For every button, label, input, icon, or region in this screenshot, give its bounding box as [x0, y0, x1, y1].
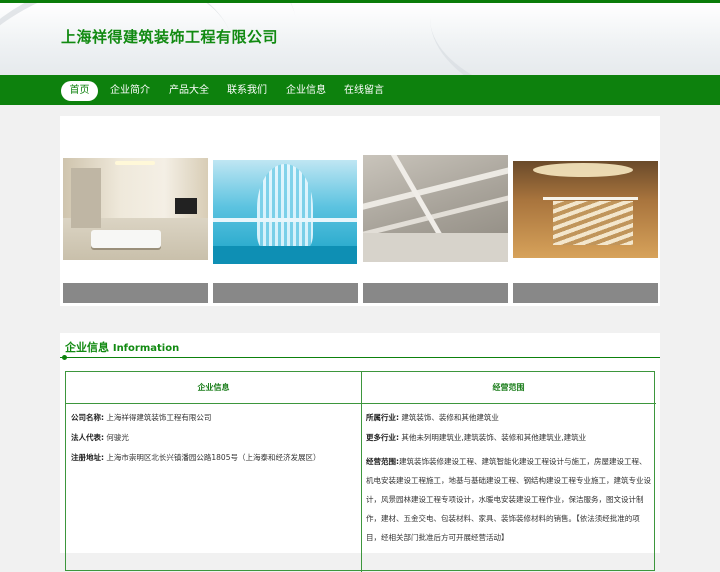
company-name-label: 公司名称:: [71, 413, 104, 422]
gallery-photo-lobby-stairs[interactable]: [513, 161, 658, 258]
gallery-caption-bar[interactable]: [63, 283, 208, 303]
legal-rep-label: 法人代表:: [71, 433, 104, 442]
company-name-row: 公司名称: 上海祥得建筑装饰工程有限公司: [71, 413, 211, 423]
industry-value: 建筑装饰、装修和其他建筑业: [401, 413, 499, 422]
industry-label: 所属行业:: [366, 413, 399, 422]
address-row: 注册地址: 上海市崇明区北长兴镇潘园公路1805号（上海泰和经济发展区）: [71, 453, 320, 463]
more-industry-row: 更多行业: 其他未列明建筑业,建筑装饰、装修和其他建筑业,建筑业: [366, 433, 586, 443]
nav-item-message[interactable]: 在线留言: [344, 81, 384, 101]
industry-row: 所属行业: 建筑装饰、装修和其他建筑业: [366, 413, 499, 423]
gallery-photo-blue-atrium[interactable]: [213, 160, 357, 264]
header-swoosh-decoration: [430, 3, 720, 75]
nav-item-company-info[interactable]: 企业信息: [286, 81, 326, 101]
company-name-value: 上海祥得建筑装饰工程有限公司: [106, 413, 212, 422]
gallery-caption-bar[interactable]: [363, 283, 508, 303]
gallery-photo-ceiling-grid[interactable]: [363, 155, 508, 262]
nav-item-contact[interactable]: 联系我们: [227, 81, 267, 101]
more-industry-label: 更多行业:: [366, 433, 399, 442]
more-industry-value: 其他未列明建筑业,建筑装饰、装修和其他建筑业,建筑业: [401, 433, 587, 442]
business-scope-paragraph: 经营范围:建筑装饰装修建设工程、建筑智能化建设工程设计与施工，房屋建设工程、机电…: [366, 452, 651, 547]
address-value: 上海市崇明区北长兴镇潘园公路1805号（上海泰和经济发展区）: [106, 453, 321, 462]
business-scope-value: 建筑装饰装修建设工程、建筑智能化建设工程设计与施工，房屋建设工程、机电安装建设工…: [366, 457, 651, 542]
site-title[interactable]: 上海祥得建筑装饰工程有限公司: [61, 26, 278, 47]
nav-item-about[interactable]: 企业简介: [110, 81, 150, 101]
address-label: 注册地址:: [71, 453, 104, 462]
gallery-photo-living-room[interactable]: [63, 158, 208, 260]
section-title-en: Information: [112, 343, 180, 354]
table-header-company-info: 企业信息: [197, 383, 230, 392]
section-title-cn: 企业信息: [65, 341, 109, 354]
legal-rep-value: 何骏光: [106, 433, 129, 442]
nav-item-home[interactable]: 首页: [61, 81, 98, 101]
legal-rep-row: 法人代表: 何骏光: [71, 433, 129, 443]
company-info-table: 企业信息 经营范围 公司名称: 上海祥得建筑装饰工程有限公司 法人代表: 何骏光…: [65, 371, 656, 572]
section-divider-dot: [62, 355, 67, 360]
business-scope-label: 经营范围:: [366, 457, 399, 466]
gallery-caption-bar[interactable]: [213, 283, 358, 303]
main-nav: 首页 企业简介 产品大全 联系我们 企业信息 在线留言: [0, 75, 720, 105]
section-title: 企业信息 Information: [65, 339, 179, 355]
section-divider: [60, 357, 660, 358]
table-header-business-scope: 经营范围: [492, 383, 525, 392]
gallery-caption-bar[interactable]: [513, 283, 658, 303]
nav-item-products[interactable]: 产品大全: [169, 81, 209, 101]
